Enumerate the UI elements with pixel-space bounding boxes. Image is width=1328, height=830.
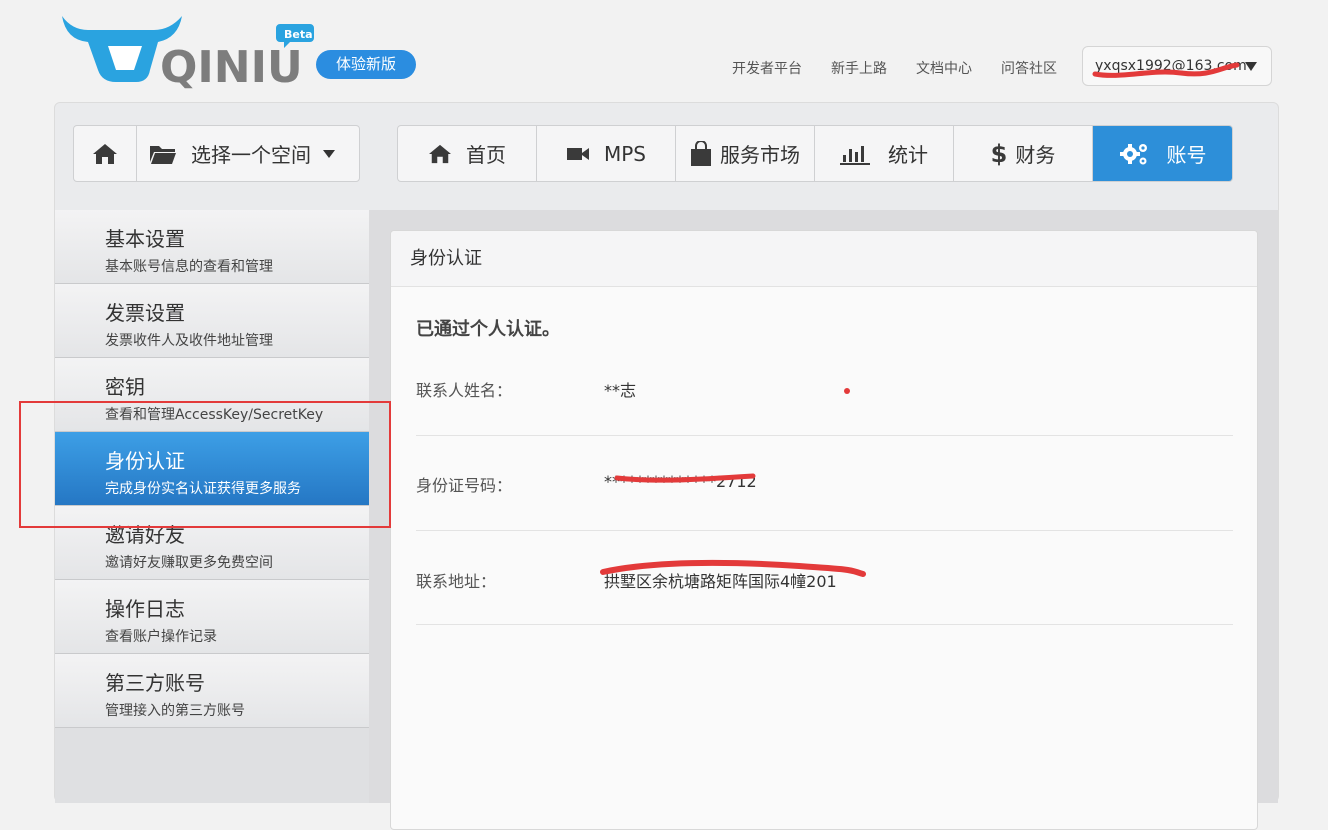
caret-down-icon xyxy=(323,149,335,158)
sidebar-item-title: 密钥 xyxy=(105,375,145,399)
space-selector: 选择一个空间 xyxy=(73,125,360,182)
home-icon xyxy=(429,144,451,163)
sidebar-item-title: 操作日志 xyxy=(105,597,185,621)
sidebar-item-subtitle: 基本账号信息的查看和管理 xyxy=(105,259,273,275)
sidebar-item-title: 发票设置 xyxy=(105,301,185,325)
space-select-dropdown[interactable]: 选择一个空间 xyxy=(137,126,359,181)
user-account-dropdown[interactable]: yxqsx1992@163.com xyxy=(1082,46,1272,86)
nav-label: 服务市场 xyxy=(720,143,800,167)
space-select-label: 选择一个空间 xyxy=(191,143,311,167)
logo-text: QINIU xyxy=(160,42,303,92)
nav-home[interactable]: 首页 xyxy=(398,126,537,181)
nav-label: 首页 xyxy=(466,143,506,167)
sidebar-item-title: 基本设置 xyxy=(105,227,185,251)
top-link-getting-started[interactable]: 新手上路 xyxy=(831,58,887,78)
nav-service-market[interactable]: 服务市场 xyxy=(676,126,815,181)
sidebar-item-title: 第三方账号 xyxy=(105,671,205,695)
nav-label: 账号 xyxy=(1166,143,1207,167)
folder-icon xyxy=(150,145,176,164)
verification-status: 已通过个人认证。 xyxy=(416,319,560,340)
top-link-docs-center[interactable]: 文档中心 xyxy=(916,58,972,78)
field-label: 联系人姓名： xyxy=(416,381,513,400)
sidebar-item-subtitle: 查看账户操作记录 xyxy=(105,629,217,645)
identity-panel: 身份认证 已通过个人认证。 联系人姓名： **志 身份证号码： ********… xyxy=(390,230,1258,830)
field-row-contact-address: 联系地址： 拱墅区余杭塘路矩阵国际4幢201 xyxy=(416,530,1233,625)
gears-icon xyxy=(1119,143,1147,164)
panel-title: 身份认证 xyxy=(391,231,1257,287)
nav-label: MPS xyxy=(603,141,646,166)
try-new-version-button[interactable]: 体验新版 xyxy=(316,50,416,79)
nav-statistics[interactable]: 统计 xyxy=(815,126,954,181)
sidebar-item-basic-settings[interactable]: 基本设置 基本账号信息的查看和管理 xyxy=(55,210,369,284)
nav-label: 财务 xyxy=(1015,143,1056,167)
space-home-button[interactable] xyxy=(74,126,137,181)
top-link-qa-community[interactable]: 问答社区 xyxy=(1001,58,1057,78)
top-links: 开发者平台 新手上路 文档中心 问答社区 xyxy=(703,58,1057,78)
field-value: 拱墅区余杭塘路矩阵国际4幢201 xyxy=(604,572,837,591)
field-value: **************2712 xyxy=(604,472,757,491)
sidebar-item-subtitle: 发票收件人及收件地址管理 xyxy=(105,333,273,349)
dollar-icon: $ xyxy=(990,139,1008,168)
content-area: 身份认证 已通过个人认证。 联系人姓名： **志 身份证号码： ********… xyxy=(369,210,1278,830)
toolbar: 选择一个空间 首页 MPS 服务市场 统计 $ 财务 账号 xyxy=(55,103,1278,211)
field-label: 身份证号码： xyxy=(416,476,513,495)
annotation-highlight-box xyxy=(19,401,391,528)
field-row-id-number: 身份证号码： **************2712 xyxy=(416,435,1233,531)
caret-down-icon xyxy=(1245,62,1257,71)
sidebar-item-invoice-settings[interactable]: 发票设置 发票收件人及收件地址管理 xyxy=(55,284,369,358)
qiniu-logo[interactable]: QINIU Beta xyxy=(58,12,318,93)
field-row-contact-name: 联系人姓名： **志 xyxy=(416,371,1233,436)
sidebar-item-third-party-accounts[interactable]: 第三方账号 管理接入的第三方账号 xyxy=(55,654,369,728)
user-email: yxqsx1992@163.com xyxy=(1095,58,1247,74)
nav-mps[interactable]: MPS xyxy=(537,126,676,181)
shopping-bag-icon xyxy=(691,140,711,166)
beta-badge: Beta xyxy=(284,28,313,41)
bar-chart-icon xyxy=(840,145,870,165)
main-nav: 首页 MPS 服务市场 统计 $ 财务 账号 xyxy=(397,125,1233,182)
top-link-developer-platform[interactable]: 开发者平台 xyxy=(732,58,802,78)
field-label: 联系地址： xyxy=(416,572,497,591)
sidebar-item-operation-log[interactable]: 操作日志 查看账户操作记录 xyxy=(55,580,369,654)
nav-label: 统计 xyxy=(888,143,928,167)
sidebar-item-subtitle: 管理接入的第三方账号 xyxy=(105,703,245,719)
sidebar-item-subtitle: 邀请好友赚取更多免费空间 xyxy=(105,555,273,571)
nav-finance[interactable]: $ 财务 xyxy=(954,126,1093,181)
home-icon xyxy=(93,143,117,164)
field-value: **志 xyxy=(604,381,637,400)
video-camera-icon xyxy=(566,147,589,160)
nav-account[interactable]: 账号 xyxy=(1093,126,1232,181)
